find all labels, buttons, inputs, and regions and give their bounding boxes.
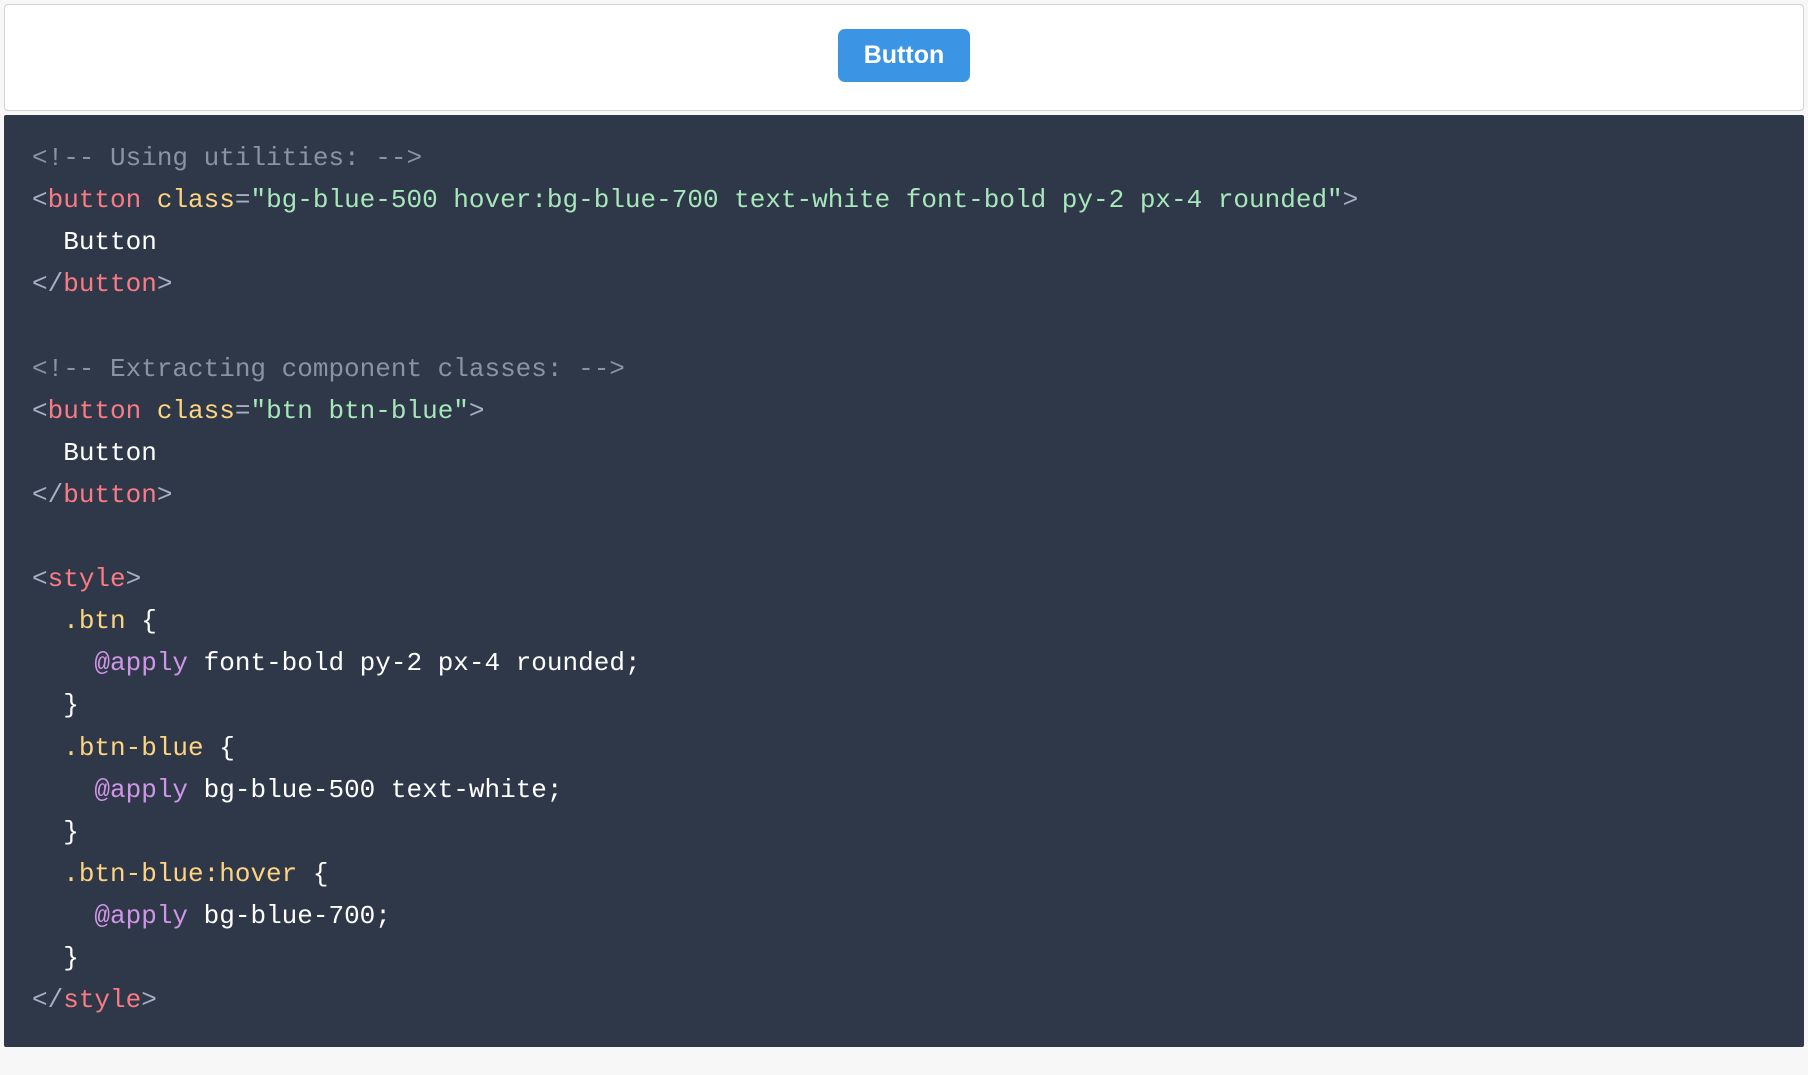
code-token bbox=[188, 775, 204, 805]
code-token: > bbox=[1343, 185, 1359, 215]
code-token: bg-blue-700 bbox=[204, 901, 376, 931]
code-token: { bbox=[204, 733, 235, 763]
code-token: < bbox=[32, 185, 48, 215]
code-token bbox=[32, 227, 63, 257]
code-token bbox=[188, 648, 204, 678]
code-token: </ bbox=[32, 480, 63, 510]
code-token: < bbox=[32, 396, 48, 426]
code-token: } bbox=[63, 690, 79, 720]
code-token: </ bbox=[32, 269, 63, 299]
code-token: class bbox=[157, 185, 235, 215]
code-token: button bbox=[48, 185, 142, 215]
code-token: @apply bbox=[94, 775, 188, 805]
code-token bbox=[32, 733, 63, 763]
code-token: @apply bbox=[94, 901, 188, 931]
code-token: style bbox=[48, 564, 126, 594]
code-token: { bbox=[126, 606, 157, 636]
code-token: < bbox=[32, 564, 48, 594]
code-token: @apply bbox=[94, 648, 188, 678]
code-token bbox=[32, 859, 63, 889]
code-token bbox=[188, 901, 204, 931]
code-token: style bbox=[63, 985, 141, 1015]
code-token bbox=[32, 606, 63, 636]
code-token bbox=[32, 775, 94, 805]
code-token: ; bbox=[375, 901, 391, 931]
code-token: .btn-blue bbox=[63, 733, 203, 763]
code-token: Button bbox=[63, 438, 157, 468]
code-token: > bbox=[157, 480, 173, 510]
code-token: button bbox=[63, 480, 157, 510]
code-token bbox=[32, 943, 63, 973]
code-token: > bbox=[141, 985, 157, 1015]
code-token: ; bbox=[547, 775, 563, 805]
code-token: > bbox=[126, 564, 142, 594]
code-token: ; bbox=[625, 648, 641, 678]
code-token: Button bbox=[63, 227, 157, 257]
code-comment: <!-- Extracting component classes: --> bbox=[32, 354, 625, 384]
code-token: "btn btn-blue" bbox=[250, 396, 468, 426]
code-comment: <!-- Using utilities: --> bbox=[32, 143, 422, 173]
code-token: font-bold py-2 px-4 rounded bbox=[204, 648, 625, 678]
code-token: button bbox=[63, 269, 157, 299]
code-token bbox=[32, 901, 94, 931]
code-token: = bbox=[235, 185, 251, 215]
code-token bbox=[32, 817, 63, 847]
code-token: = bbox=[235, 396, 251, 426]
code-token: .btn-blue:hover bbox=[63, 859, 297, 889]
code-token: .btn bbox=[63, 606, 125, 636]
code-token: class bbox=[157, 396, 235, 426]
code-token bbox=[32, 648, 94, 678]
code-token bbox=[32, 690, 63, 720]
code-token bbox=[141, 396, 157, 426]
code-token: } bbox=[63, 817, 79, 847]
demo-button[interactable]: Button bbox=[838, 29, 971, 82]
code-token bbox=[141, 185, 157, 215]
code-token: > bbox=[469, 396, 485, 426]
code-token: </ bbox=[32, 985, 63, 1015]
code-block: <!-- Using utilities: --> <button class=… bbox=[4, 115, 1804, 1047]
preview-panel: Button bbox=[4, 4, 1804, 111]
code-token bbox=[32, 438, 63, 468]
code-token: "bg-blue-500 hover:bg-blue-700 text-whit… bbox=[250, 185, 1342, 215]
code-token: bg-blue-500 text-white bbox=[204, 775, 547, 805]
code-token: } bbox=[63, 943, 79, 973]
code-token: button bbox=[48, 396, 142, 426]
code-token: { bbox=[297, 859, 328, 889]
code-token: > bbox=[157, 269, 173, 299]
